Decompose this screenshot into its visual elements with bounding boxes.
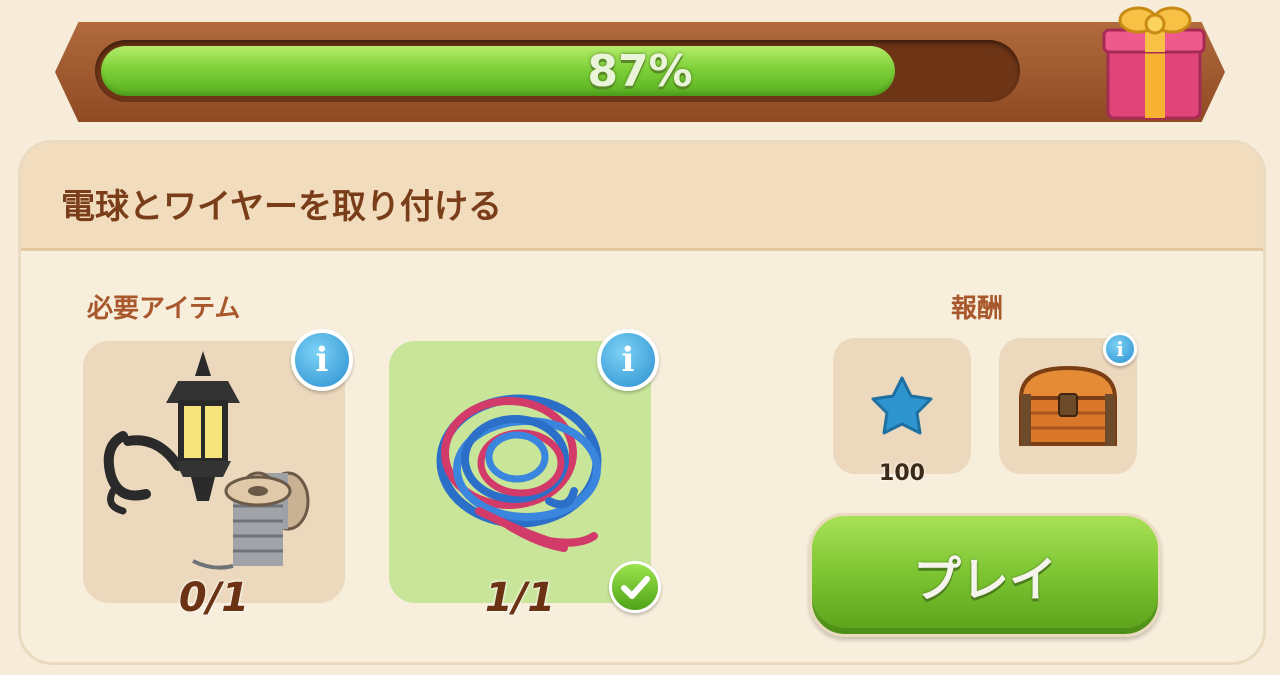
required-item-lamp-spools[interactable]: i (83, 329, 353, 603)
play-button-label: プレイ (912, 552, 1057, 608)
reward-stars (833, 338, 971, 474)
reward-stars-amount: 100 (879, 461, 925, 486)
rewards-label: 報酬 (951, 294, 1004, 324)
info-button-chest[interactable]: i (1103, 332, 1137, 366)
progress-percent: 87% (587, 45, 693, 97)
star-icon (871, 376, 933, 435)
play-button[interactable]: プレイ (809, 513, 1161, 637)
required-items-label: 必要アイテム (87, 294, 241, 324)
check-icon (609, 561, 661, 613)
reward-chest[interactable]: i (999, 332, 1137, 474)
gift-box-icon[interactable] (1090, 0, 1215, 125)
info-button-lamp[interactable]: i (291, 329, 353, 391)
info-button-wire[interactable]: i (597, 329, 659, 391)
lamp-count: 0/1 (178, 575, 250, 621)
task-title: 電球とワイヤーを取り付ける (61, 187, 502, 227)
title-band: 電球とワイヤーを取り付ける (21, 143, 1263, 251)
task-panel: 電球とワイヤーを取り付ける 必要アイテム 報酬 i 0/1 i 1/1 100 … (18, 140, 1266, 665)
